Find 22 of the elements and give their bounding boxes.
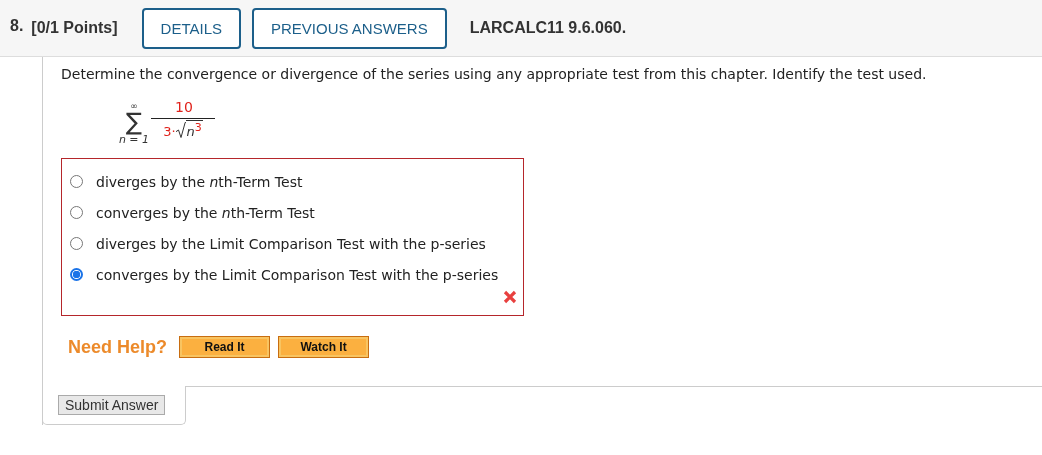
upper-limit: ∞ (130, 100, 138, 111)
submit-button[interactable]: Submit Answer (58, 395, 166, 415)
option-label[interactable]: diverges by the nth-Term Test (96, 173, 303, 190)
question-number: 8. (10, 17, 24, 35)
question-reference: LARCALC11 9.6.060. (469, 19, 627, 37)
radical-sign (175, 121, 186, 140)
points-label: [0/1 Points] (31, 19, 118, 37)
radicand: n$^{3}$ (185, 119, 203, 140)
question-prompt: Determine the convergence or divergence of the series using any appropriate test from this chapter. Identify the test used. (61, 66, 928, 82)
option-label[interactable]: converges by the nth-Term Test (96, 204, 315, 221)
option-label[interactable]: converges by the Limit Comparison Test with the p-series (96, 266, 499, 283)
option-label[interactable]: diverges by the Limit Comparison Test with the p-series (96, 235, 486, 252)
radio-button[interactable] (70, 268, 83, 281)
help-label: Need Help? (68, 336, 168, 358)
header-button[interactable]: DETAILS (141, 7, 241, 49)
incorrect-icon (503, 290, 517, 304)
summation-symbol: ∑ (125, 110, 143, 133)
help-button[interactable]: Watch It (278, 336, 370, 358)
header-button[interactable]: PREVIOUS ANSWERS (252, 7, 447, 49)
numerator: 10 (151, 98, 215, 119)
help-button[interactable]: Read It (179, 336, 271, 358)
coefficient: 3· (163, 124, 176, 140)
